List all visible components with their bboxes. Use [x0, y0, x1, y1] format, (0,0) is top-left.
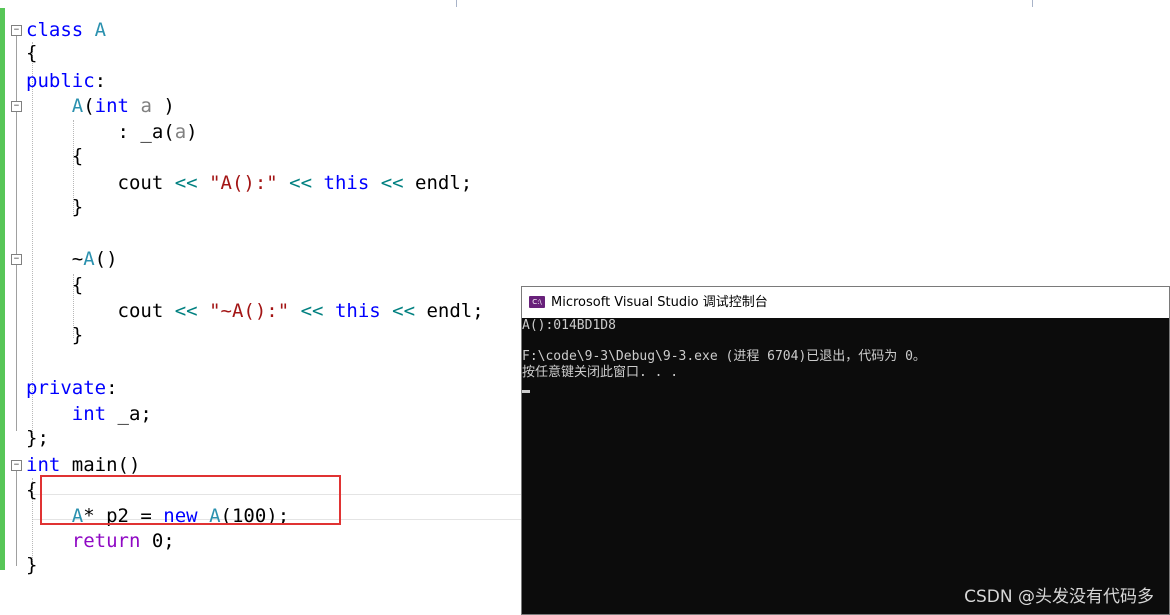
highlight-box	[40, 475, 341, 525]
debug-console-window[interactable]: C:\ Microsoft Visual Studio 调试控制台 A():01…	[521, 286, 1170, 615]
code-text: }	[26, 553, 37, 577]
code-text: };	[26, 426, 49, 450]
code-token: this	[323, 172, 370, 194]
fold-guide-class	[16, 28, 17, 431]
code-token: int	[71, 403, 107, 425]
code-text: {	[26, 273, 83, 297]
code-token: A	[71, 95, 84, 117]
code-token: {	[26, 42, 38, 64]
code-token: }	[26, 554, 38, 576]
console-line: 按任意键关闭此窗口. . .	[522, 364, 679, 380]
code-token: <<	[289, 172, 313, 194]
code-token: (	[83, 95, 95, 117]
code-token: public	[26, 70, 95, 92]
code-token: "A():"	[209, 172, 278, 194]
fold-toggle-icon[interactable]: −	[11, 25, 22, 36]
code-token: a	[140, 95, 152, 117]
code-token: 0;	[140, 530, 175, 552]
code-token: )	[151, 95, 175, 117]
code-token: {	[26, 145, 84, 167]
code-text: public:	[26, 69, 106, 93]
code-text: return 0;	[26, 529, 175, 553]
code-token: ()	[94, 248, 118, 270]
code-token: _a;	[106, 403, 152, 425]
code-text: }	[26, 195, 83, 219]
function-dropdown[interactable]	[1032, 0, 1170, 7]
code-text: cout << "~A():" << this << endl;	[26, 299, 484, 323]
code-token: <<	[380, 172, 404, 194]
fold-toggle-icon[interactable]: −	[11, 254, 22, 265]
code-text: ~A()	[26, 247, 118, 271]
code-text: : _a(a)	[26, 120, 198, 144]
code-token: "~A():"	[209, 300, 290, 322]
console-line: F:\code\9-3\Debug\9-3.exe (进程 6704)已退出，代…	[522, 349, 926, 364]
code-text: {	[26, 41, 37, 65]
code-token: {	[26, 479, 38, 501]
fold-toggle-icon[interactable]: −	[11, 101, 22, 112]
code-token: class	[26, 19, 84, 41]
member-dropdown[interactable]	[456, 0, 1033, 7]
code-text: }	[26, 323, 83, 347]
code-text: private:	[26, 376, 118, 400]
code-token: :	[106, 377, 118, 399]
console-titlebar[interactable]: C:\ Microsoft Visual Studio 调试控制台	[522, 287, 1169, 318]
code-token: this	[334, 300, 381, 322]
code-text: int _a;	[26, 402, 152, 426]
code-token: A	[94, 19, 107, 41]
code-token: <<	[174, 300, 198, 322]
code-text: int main()	[26, 453, 140, 477]
code-token: :	[94, 70, 107, 92]
code-token: endl;	[415, 300, 484, 322]
code-token: <<	[174, 172, 198, 194]
console-title: Microsoft Visual Studio 调试控制台	[551, 295, 768, 310]
code-text: cout << "A():" << this << endl;	[26, 171, 473, 195]
fold-guide-main	[16, 466, 17, 566]
code-token: cout	[26, 300, 175, 322]
code-text: {	[26, 478, 37, 502]
code-token: return	[71, 530, 141, 552]
code-token: {	[26, 274, 84, 296]
code-token: cout	[26, 172, 175, 194]
code-token: private	[26, 377, 107, 399]
console-app-icon: C:\	[529, 296, 545, 308]
code-token: }	[26, 324, 84, 346]
watermark: CSDN @头发没有代码多	[964, 587, 1154, 607]
code-text: class A	[26, 18, 106, 42]
fold-toggle-icon[interactable]: −	[11, 460, 22, 471]
code-token: )	[186, 121, 198, 143]
code-token: int	[26, 454, 61, 476]
code-token: }	[26, 196, 84, 218]
code-token: a	[174, 121, 187, 143]
console-line: A():014BD1D8	[522, 318, 616, 333]
console-output[interactable]: A():014BD1D8 F:\code\9-3\Debug\9-3.exe (进…	[522, 318, 1169, 614]
code-token: };	[26, 427, 49, 449]
code-token: <<	[392, 300, 416, 322]
code-token: <<	[300, 300, 324, 322]
console-cursor	[522, 390, 530, 393]
code-token: int	[94, 95, 129, 117]
code-token: ~	[26, 248, 84, 270]
code-token: A	[83, 248, 95, 270]
code-text: {	[26, 144, 83, 168]
code-token: main()	[60, 454, 141, 476]
code-token: : _a(	[26, 121, 175, 143]
code-text: A(int a )	[26, 94, 175, 118]
code-token: endl;	[403, 172, 473, 194]
